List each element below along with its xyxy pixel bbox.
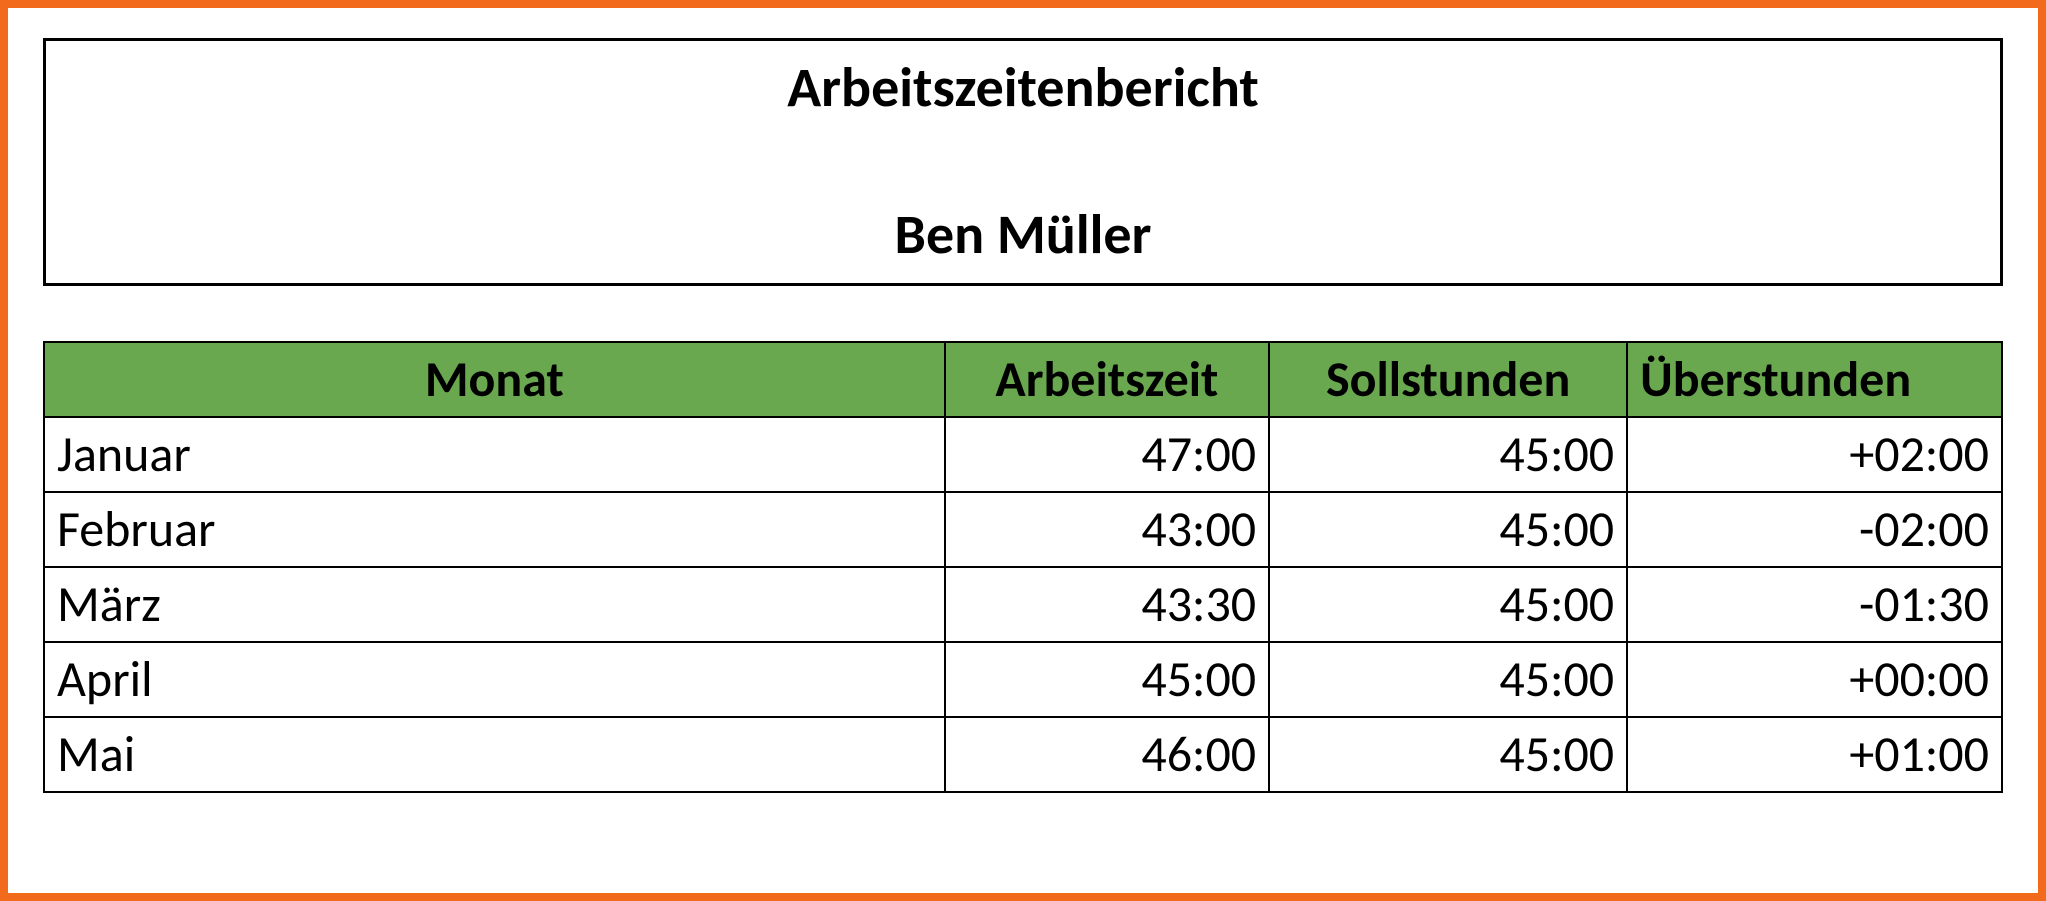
table-row: Februar 43:00 45:00 -02:00	[44, 492, 2002, 567]
cell-sollstunden: 45:00	[1269, 717, 1627, 792]
cell-month: Mai	[44, 717, 945, 792]
cell-sollstunden: 45:00	[1269, 567, 1627, 642]
cell-arbeitszeit: 43:00	[945, 492, 1269, 567]
cell-ueberstunden: +01:00	[1627, 717, 2002, 792]
report-header-box: Arbeitszeitenbericht Ben Müller	[43, 38, 2003, 286]
cell-ueberstunden: +00:00	[1627, 642, 2002, 717]
cell-month: Februar	[44, 492, 945, 567]
employee-name: Ben Müller	[46, 202, 2000, 269]
cell-ueberstunden: +02:00	[1627, 417, 2002, 492]
cell-sollstunden: 45:00	[1269, 492, 1627, 567]
table-header-row: Monat Arbeitszeit Sollstunden Überstunde…	[44, 342, 2002, 417]
cell-sollstunden: 45:00	[1269, 642, 1627, 717]
table-row: März 43:30 45:00 -01:30	[44, 567, 2002, 642]
cell-month: März	[44, 567, 945, 642]
cell-arbeitszeit: 45:00	[945, 642, 1269, 717]
cell-sollstunden: 45:00	[1269, 417, 1627, 492]
cell-month: April	[44, 642, 945, 717]
report-title: Arbeitszeitenbericht	[46, 55, 2000, 122]
cell-arbeitszeit: 43:30	[945, 567, 1269, 642]
col-header-sollstunden: Sollstunden	[1269, 342, 1627, 417]
col-header-ueberstunden: Überstunden	[1627, 342, 2002, 417]
table-row: Mai 46:00 45:00 +01:00	[44, 717, 2002, 792]
cell-arbeitszeit: 47:00	[945, 417, 1269, 492]
hours-table: Monat Arbeitszeit Sollstunden Überstunde…	[43, 341, 2003, 793]
cell-arbeitszeit: 46:00	[945, 717, 1269, 792]
col-header-arbeitszeit: Arbeitszeit	[945, 342, 1269, 417]
col-header-month: Monat	[44, 342, 945, 417]
table-row: April 45:00 45:00 +00:00	[44, 642, 2002, 717]
cell-month: Januar	[44, 417, 945, 492]
header-spacer	[46, 122, 2000, 202]
cell-ueberstunden: -02:00	[1627, 492, 2002, 567]
table-row: Januar 47:00 45:00 +02:00	[44, 417, 2002, 492]
cell-ueberstunden: -01:30	[1627, 567, 2002, 642]
